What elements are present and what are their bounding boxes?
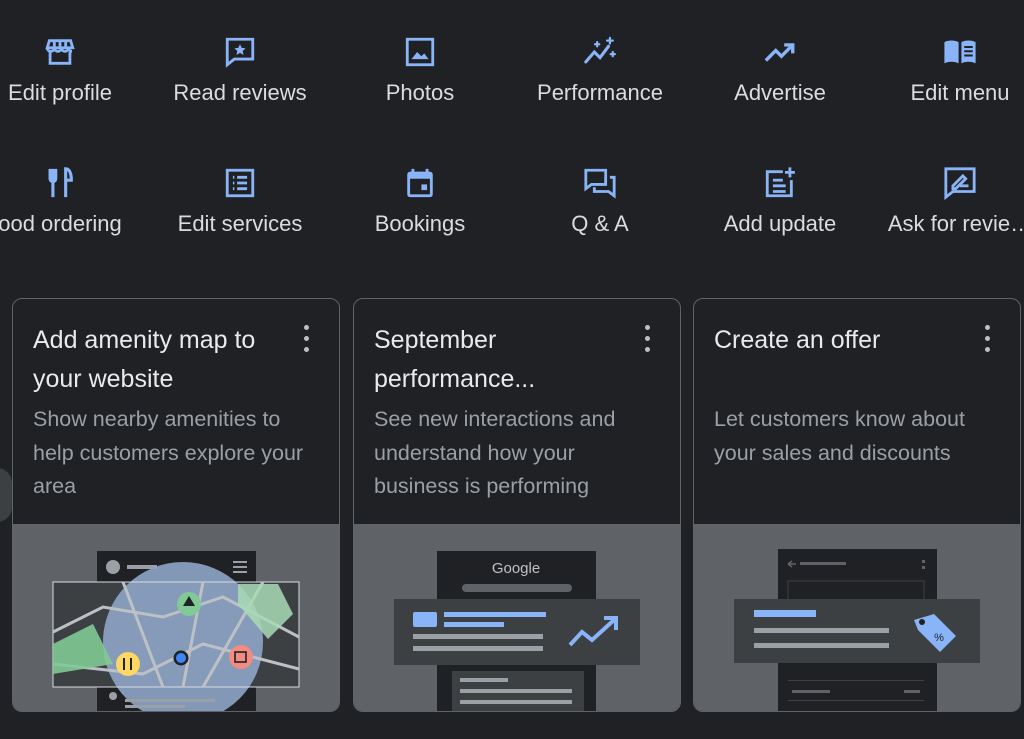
action-label: ood ordering — [0, 211, 122, 236]
action-label: Add update — [723, 211, 837, 236]
offer-illustration: % — [694, 524, 1020, 711]
action-label: Performance — [537, 80, 663, 105]
add-update-button[interactable]: Add update — [690, 131, 870, 241]
more-vert-icon[interactable] — [299, 325, 313, 355]
more-vert-icon[interactable] — [640, 325, 654, 355]
action-label: Advertise — [734, 80, 826, 105]
edit-menu-button[interactable]: Edit menu — [870, 0, 1024, 110]
action-label: Edit services — [177, 211, 303, 236]
more-vert-icon[interactable] — [980, 325, 994, 355]
action-label: Edit menu — [910, 80, 1010, 105]
action-label: Bookings — [374, 211, 466, 236]
q-and-a-button[interactable]: Q & A — [510, 131, 690, 241]
svg-text:%: % — [934, 632, 944, 644]
action-label: Photos — [385, 80, 455, 105]
card-description: Let customers know about your sales and … — [714, 407, 965, 465]
menu-book-icon — [942, 34, 978, 70]
forum-icon — [582, 165, 618, 201]
storefront-icon — [42, 34, 78, 70]
edit-services-button[interactable]: Edit services — [150, 131, 330, 241]
advertise-button[interactable]: Advertise — [690, 0, 870, 110]
rate-review-icon — [942, 165, 978, 201]
card-title: September performance... — [374, 326, 536, 393]
action-label: Q & A — [571, 211, 629, 236]
card-description: Show nearby amenities to help customers … — [33, 407, 304, 498]
star-comment-icon — [222, 34, 258, 70]
action-label: Read reviews — [173, 80, 307, 105]
card-title: Add amenity map to your website — [33, 326, 256, 393]
scroll-left-handle[interactable] — [0, 468, 12, 522]
action-label: Edit profile — [8, 80, 112, 105]
card-amenity-map[interactable]: Add amenity map to your website Show nea… — [12, 298, 340, 712]
quick-actions-grid: Edit profile Read reviews Photos Perform… — [0, 0, 1024, 280]
card-title: Create an offer — [714, 326, 881, 354]
food-ordering-button[interactable]: ood ordering — [0, 131, 150, 241]
performance-button[interactable]: Performance — [510, 0, 690, 110]
sparkle-trend-icon — [582, 34, 618, 70]
calendar-icon — [402, 165, 438, 201]
bookings-button[interactable]: Bookings — [330, 131, 510, 241]
list-icon — [222, 165, 258, 201]
google-wordmark: Google — [492, 560, 540, 577]
restaurant-icon — [42, 165, 78, 201]
post-add-icon — [762, 165, 798, 201]
card-september-performance[interactable]: September performance... See new interac… — [353, 298, 681, 712]
photos-button[interactable]: Photos — [330, 0, 510, 110]
trending-up-icon — [762, 34, 798, 70]
action-label: Ask for revie… — [887, 211, 1024, 236]
card-create-offer[interactable]: Create an offer Let customers know about… — [693, 298, 1021, 712]
ask-for-reviews-button[interactable]: Ask for revie… — [870, 131, 1024, 241]
read-reviews-button[interactable]: Read reviews — [150, 0, 330, 110]
photo-icon — [402, 34, 438, 70]
card-description: See new interactions and understand how … — [374, 407, 616, 498]
amenity-map-illustration — [13, 524, 339, 711]
edit-profile-button[interactable]: Edit profile — [0, 0, 150, 110]
performance-illustration: Google — [354, 524, 680, 711]
